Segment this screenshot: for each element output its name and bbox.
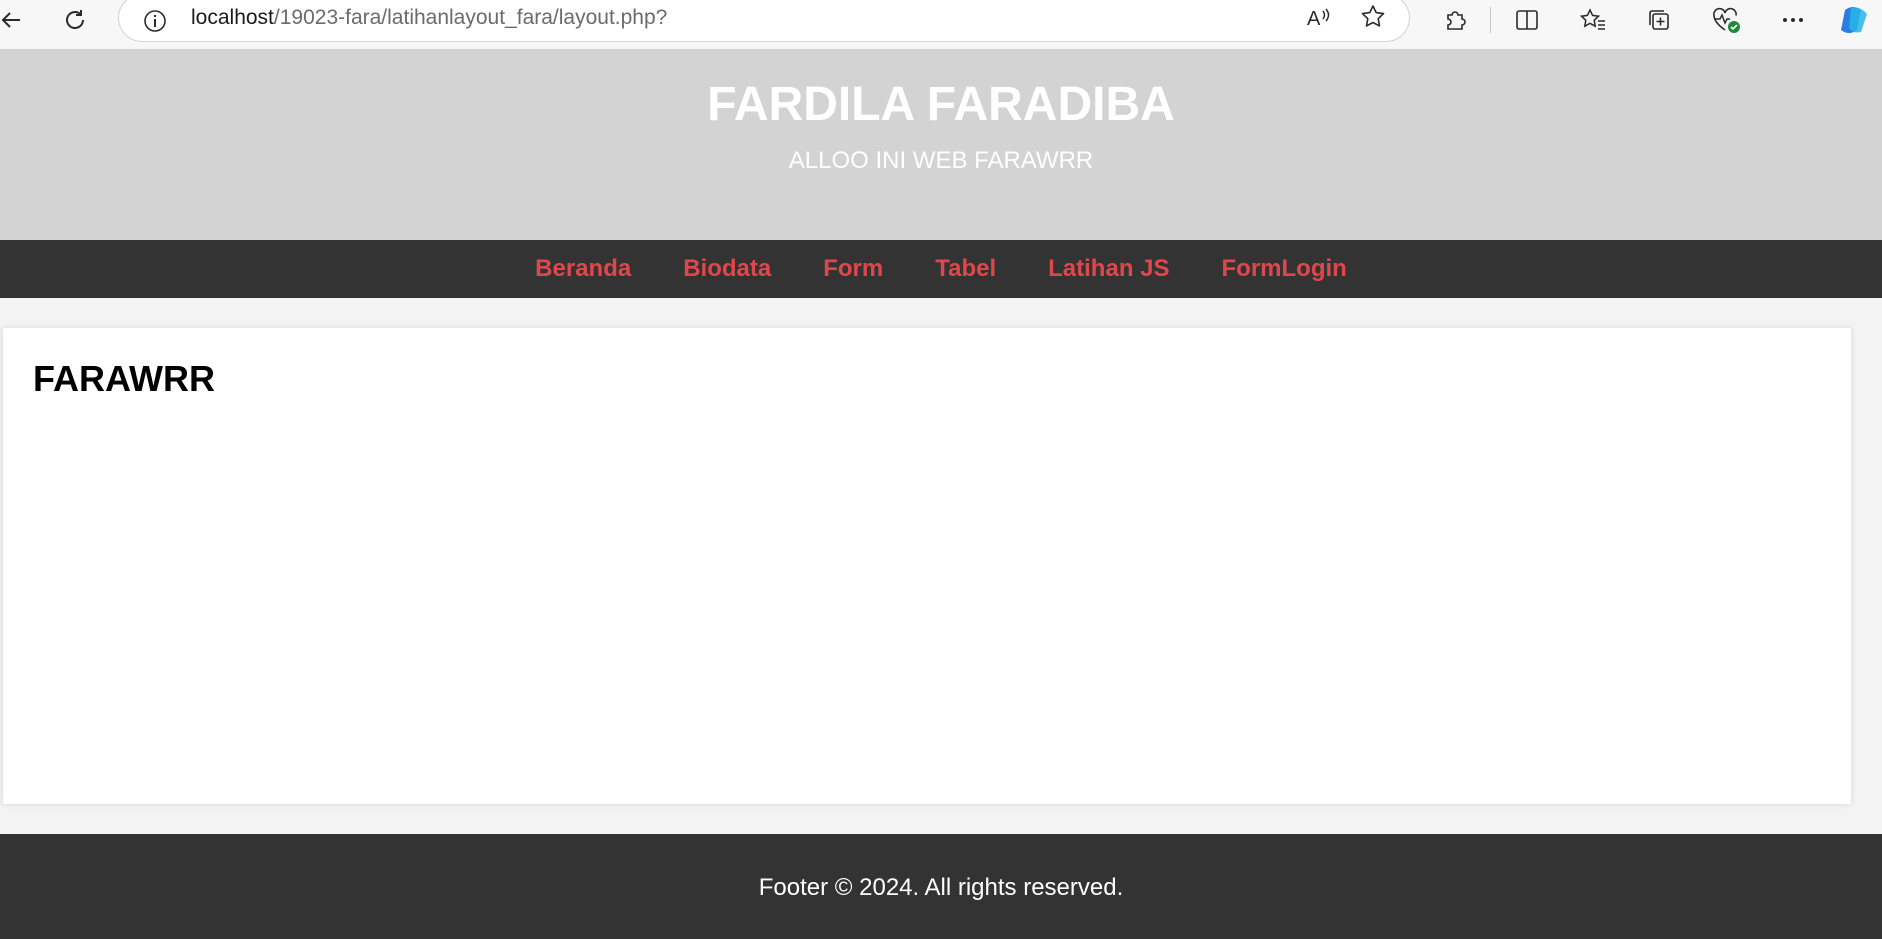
collections-icon[interactable] [1644,0,1674,40]
back-icon[interactable] [0,0,22,40]
toolbar-divider [1490,7,1491,33]
web-page: FARDILA FARADIBA ALLOO INI WEB FARAWRR B… [0,49,1882,939]
nav-link-biodata[interactable]: Biodata [683,255,771,283]
nav-link-latihan-js[interactable]: Latihan JS [1048,255,1169,283]
footer-text: Footer © 2024. All rights reserved. [758,874,1124,901]
nav-link-formlogin[interactable]: FormLogin [1222,255,1347,283]
site-header: FARDILA FARADIBA ALLOO INI WEB FARAWRR [0,49,1882,240]
extensions-icon[interactable] [1440,0,1470,40]
split-screen-icon[interactable] [1512,0,1542,40]
more-options-icon[interactable] [1778,0,1808,40]
content-heading: FARAWRR [33,358,215,399]
browser-toolbar: localhost/19023-fara/latihanlayout_fara/… [0,0,1882,49]
copilot-icon[interactable] [1836,0,1874,40]
favorite-star-icon[interactable] [1359,3,1387,36]
site-subtitle: ALLOO INI WEB FARAWRR [788,147,1094,174]
main-nav: Beranda Biodata Form Tabel Latihan JS Fo… [0,240,1882,298]
url-path: /19023-fara/latihanlayout_fara/layout.ph… [273,6,668,29]
browser-health-icon[interactable] [1710,0,1742,40]
site-footer: Footer © 2024. All rights reserved. [0,834,1882,939]
address-bar[interactable]: localhost/19023-fara/latihanlayout_fara/… [118,0,1410,42]
read-aloud-icon[interactable]: A [1305,3,1333,36]
site-title: FARDILA FARADIBA [707,78,1175,131]
nav-link-tabel[interactable]: Tabel [935,255,996,283]
url-text: localhost/19023-fara/latihanlayout_fara/… [191,6,667,30]
url-host: localhost [191,6,274,29]
main-content: FARAWRR [3,328,1851,804]
svg-text:A: A [1307,8,1321,30]
refresh-icon[interactable] [60,0,90,40]
nav-link-form[interactable]: Form [823,255,883,283]
nav-link-beranda[interactable]: Beranda [535,255,631,283]
favorites-list-icon[interactable] [1578,0,1608,40]
site-info-icon[interactable] [143,9,167,38]
